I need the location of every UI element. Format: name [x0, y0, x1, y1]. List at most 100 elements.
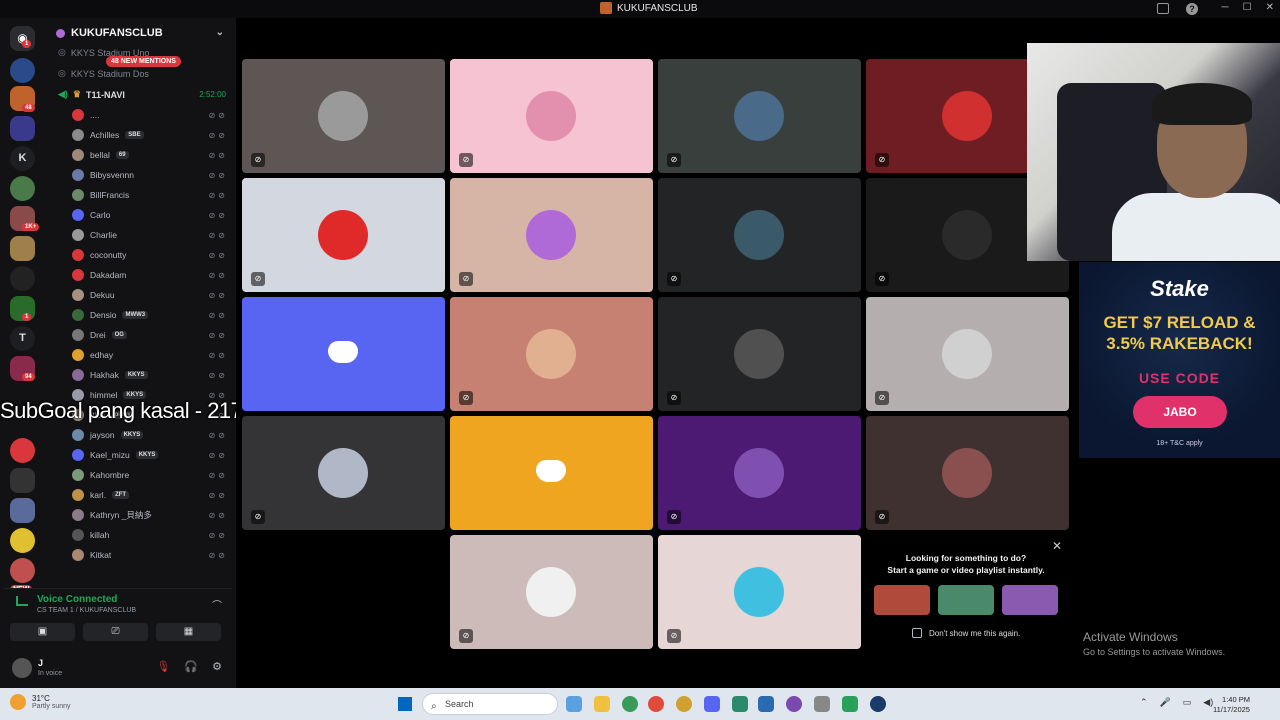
member-row[interactable]: Hakhak KKYS ⊘⊘ — [72, 366, 232, 384]
app-icon[interactable] — [814, 696, 830, 712]
member-row[interactable]: coconutty ⊘⊘ — [72, 246, 232, 264]
voice-status[interactable]: Voice Connected — [37, 594, 117, 605]
member-row[interactable]: Kitkat ⊘⊘ — [72, 546, 232, 564]
server-icon[interactable] — [10, 528, 35, 553]
close-icon[interactable]: ✕ — [1266, 2, 1274, 13]
participant-tile[interactable]: ⊘ — [242, 178, 445, 292]
member-row[interactable]: Dakadam ⊘⊘ — [72, 266, 232, 284]
game-thumbnail[interactable] — [874, 585, 930, 615]
copilot-icon[interactable] — [566, 696, 582, 712]
server-icon[interactable] — [10, 558, 35, 583]
disconnect-icon[interactable]: ⌒ — [212, 597, 222, 612]
member-row[interactable]: Charlie ⊘⊘ — [72, 226, 232, 244]
activities-button[interactable]: ▦ — [156, 623, 221, 641]
game-thumbnail[interactable] — [938, 585, 994, 615]
server-letter-k[interactable]: K — [10, 146, 35, 171]
member-row[interactable]: killah ⊘⊘ — [72, 526, 232, 544]
dont-show-checkbox[interactable] — [912, 628, 922, 638]
member-row[interactable]: Dekuu ⊘⊘ — [72, 286, 232, 304]
file-explorer-icon[interactable] — [594, 696, 610, 712]
participant-tile[interactable]: ⊘ — [658, 416, 861, 530]
participant-tile[interactable]: ⊘ — [450, 59, 653, 173]
server-icon[interactable] — [10, 498, 35, 523]
server-icon[interactable] — [10, 438, 35, 463]
start-button[interactable] — [398, 697, 412, 711]
server-icon[interactable] — [10, 236, 35, 261]
server-letter-t[interactable]: T — [10, 326, 35, 351]
participant-tile[interactable]: ⊘ — [866, 416, 1069, 530]
participant-tile[interactable]: ⊘ — [658, 535, 861, 649]
member-row[interactable]: jayson KKYS ⊘⊘ — [72, 426, 232, 444]
member-row[interactable]: edhay ⊘⊘ — [72, 346, 232, 364]
avatar[interactable] — [12, 658, 32, 678]
participant-tile[interactable]: ⊘ — [658, 59, 861, 173]
server-icon[interactable] — [10, 176, 35, 201]
voice-channel-item[interactable]: ◎ KKYS Stadium Dos — [58, 68, 149, 79]
new-mentions-pill[interactable]: 48 NEW MENTIONS — [106, 56, 181, 67]
member-row[interactable]: .... ⊘⊘ — [72, 106, 232, 124]
participant-tile[interactable]: ⊘ — [242, 59, 445, 173]
server-icon[interactable] — [10, 468, 35, 493]
participant-tile[interactable]: ⊘ — [450, 297, 653, 411]
participant-tile[interactable]: ⊘ — [450, 178, 653, 292]
member-tag: MWW3 — [122, 311, 149, 319]
minimize-icon[interactable]: ─ — [1222, 2, 1229, 13]
discord-icon[interactable] — [704, 696, 720, 712]
participant-tile[interactable]: ⊘ — [450, 535, 653, 649]
server-header[interactable]: KUKUFANSCLUB ⌄ — [44, 18, 236, 48]
game-thumbnail[interactable] — [1002, 585, 1058, 615]
maximize-icon[interactable]: ☐ — [1243, 2, 1252, 13]
help-icon[interactable]: ? — [1186, 3, 1198, 15]
member-row[interactable]: Densio MWW3 ⊘⊘ — [72, 306, 232, 324]
weather-widget[interactable]: 31°C Partly sunny — [10, 694, 71, 710]
voice-location[interactable]: CS TEAM 1 / KUKUFANSCLUB — [37, 607, 136, 614]
chevron-down-icon[interactable]: ⌄ — [216, 27, 224, 38]
chrome-icon[interactable] — [676, 696, 692, 712]
chevron-up-icon[interactable]: ⌃ — [1140, 697, 1148, 708]
participant-tile[interactable] — [450, 416, 653, 530]
member-row[interactable]: Achilles SBE ⊘⊘ — [72, 126, 232, 144]
chrome-icon[interactable] — [648, 696, 664, 712]
member-row[interactable]: Kael_mizu KKYS ⊘⊘ — [72, 446, 232, 464]
mute-mic-icon[interactable]: 🎙 — [156, 660, 170, 673]
participant-tile[interactable] — [242, 297, 445, 411]
inbox-icon[interactable] — [1157, 3, 1169, 14]
member-row[interactable]: Drei OG ⊘⊘ — [72, 326, 232, 344]
member-row[interactable]: Kahombre ⊘⊘ — [72, 466, 232, 484]
app-icon[interactable] — [758, 696, 774, 712]
member-row[interactable]: Bibysvennn ⊘⊘ — [72, 166, 232, 184]
headphones-icon[interactable]: 🎧 — [184, 660, 198, 673]
server-icon[interactable] — [10, 266, 35, 291]
volume-icon[interactable]: ◀) — [1203, 697, 1213, 708]
participant-tile[interactable]: ⊘ — [866, 297, 1069, 411]
member-row[interactable]: BillFrancis ⊘⊘ — [72, 186, 232, 204]
app-icon[interactable] — [842, 696, 858, 712]
active-voice-channel[interactable]: ◀) ♛ T11-NAVI — [58, 89, 125, 100]
taskbar-clock[interactable]: 1:40 PM 11/17/2025 — [1213, 695, 1250, 715]
network-icon[interactable]: ▭ — [1183, 697, 1192, 708]
member-row[interactable]: Carlo ⊘⊘ — [72, 206, 232, 224]
member-row[interactable]: bellal 69 ⊘⊘ — [72, 146, 232, 164]
chrome-icon[interactable] — [622, 696, 638, 712]
member-row[interactable]: karl. ZFT ⊘⊘ — [72, 486, 232, 504]
taskbar-search[interactable]: ⌕ Search — [422, 693, 558, 715]
discord-home-icon[interactable]: ◉ — [10, 26, 35, 51]
muted-status-icon: ⊘⊘ — [208, 330, 228, 340]
steam-icon[interactable] — [870, 696, 886, 712]
camera-button[interactable]: ▣ — [10, 623, 75, 641]
notes-icon[interactable] — [732, 696, 748, 712]
signal-icon[interactable] — [16, 596, 28, 606]
hair-shape — [1152, 83, 1252, 125]
member-row[interactable]: Kathryn _貝納多 ⊘⊘ — [72, 506, 232, 524]
gear-icon[interactable]: ⚙ — [212, 660, 222, 673]
server-icon[interactable] — [10, 58, 35, 83]
server-icon[interactable] — [10, 116, 35, 141]
close-icon[interactable]: ✕ — [1052, 539, 1062, 553]
chrome-icon[interactable] — [786, 696, 802, 712]
participant-tile[interactable]: ⊘ — [658, 297, 861, 411]
participant-tile[interactable]: ⊘ — [658, 178, 861, 292]
participant-tile[interactable]: ⊘ — [242, 416, 445, 530]
screen-share-button[interactable]: ⎚ — [83, 623, 148, 641]
avatar — [526, 210, 576, 260]
microphone-icon[interactable]: 🎤 — [1160, 697, 1171, 708]
